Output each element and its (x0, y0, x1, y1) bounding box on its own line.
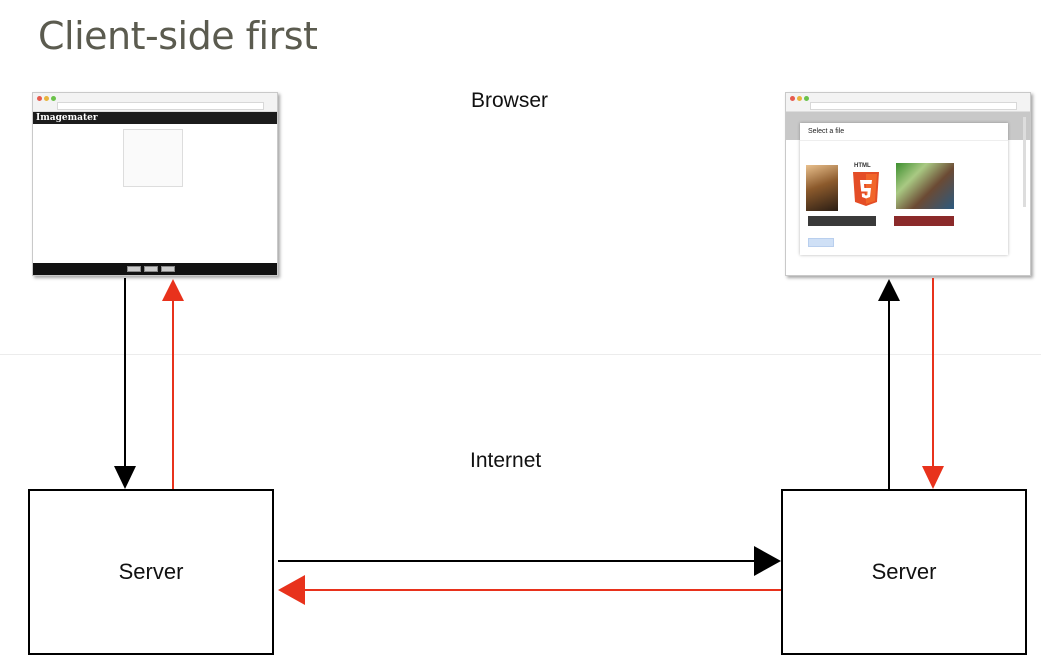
left-response-arrow (162, 279, 184, 489)
right-request-arrow (878, 279, 900, 489)
server-to-server-arrow (278, 546, 781, 576)
server-return-arrow (278, 575, 781, 605)
left-request-arrow (114, 278, 136, 489)
connection-arrows (114, 278, 944, 605)
right-response-arrow (922, 278, 944, 489)
